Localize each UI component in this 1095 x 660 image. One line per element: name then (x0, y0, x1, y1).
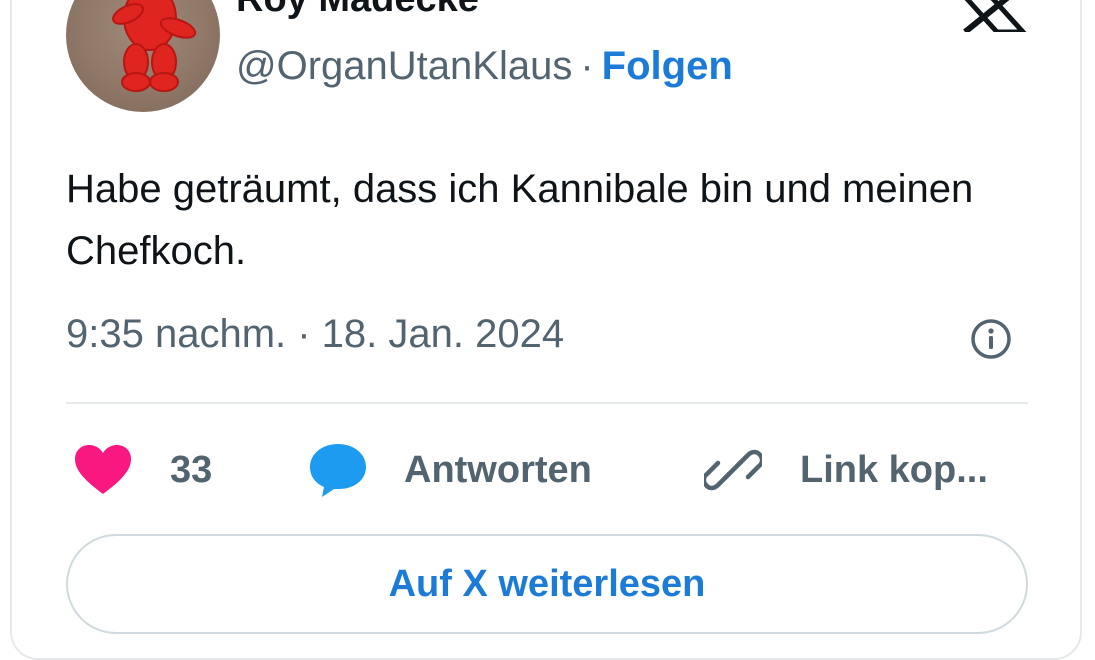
reply-button[interactable]: Antworten (308, 440, 592, 500)
handle-separator: · (580, 44, 594, 88)
heart-icon (75, 445, 131, 494)
divider (66, 402, 1028, 404)
reply-label: Antworten (404, 448, 592, 491)
like-count: 33 (170, 448, 213, 491)
info-icon[interactable] (970, 318, 1012, 360)
tweet-timestamp[interactable]: 9:35 nachm. · 18. Jan. 2024 (66, 312, 564, 357)
avatar-plush-image (112, 0, 197, 92)
tweet-text: Habe geträumt, dass ich Kannibale bin un… (66, 167, 974, 273)
speech-bubble-icon (310, 444, 366, 497)
read-more-button[interactable]: Auf X weiterlesen (66, 534, 1028, 634)
copy-link-button[interactable]: Link kop... (704, 440, 988, 500)
author-handle[interactable]: @OrganUtanKlaus (236, 44, 572, 88)
follow-button[interactable]: Folgen (602, 44, 733, 88)
link-icon (704, 449, 762, 491)
copy-link-label: Link kop... (800, 448, 988, 491)
avatar[interactable] (66, 0, 220, 112)
author-display-name[interactable]: Roy Madecke (236, 0, 479, 21)
author-handle-row: @OrganUtanKlaus · Folgen (236, 44, 733, 89)
like-button[interactable]: 33 (74, 440, 212, 500)
x-logo-icon[interactable] (955, 0, 1029, 35)
